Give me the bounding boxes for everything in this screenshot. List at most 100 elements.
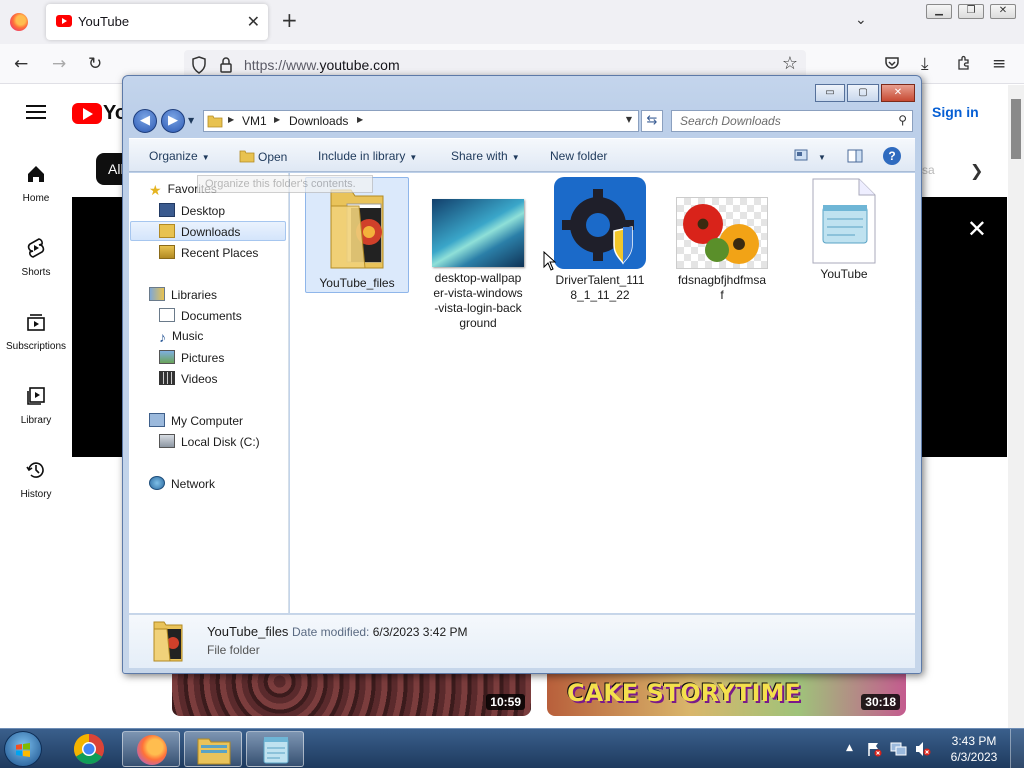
nav-music[interactable]: ♪ Music [159, 329, 203, 345]
faded-chip[interactable]: sa [922, 163, 935, 177]
taskbar-notepad[interactable] [246, 731, 304, 767]
show-hidden-icons-button[interactable]: ▲ [846, 743, 853, 753]
hard-disk-icon [159, 434, 175, 448]
tab-close-button[interactable]: ✕ [247, 12, 260, 31]
help-icon[interactable]: ? [883, 147, 901, 165]
open-button[interactable]: Open [239, 149, 287, 164]
taskbar: ▲ 3:43 PM 6/3/2023 [0, 728, 1024, 768]
new-folder-button[interactable]: New folder [550, 149, 607, 163]
sidebar-item-subscriptions[interactable]: Subscriptions [0, 311, 72, 352]
explorer-close-button[interactable]: ✕ [881, 84, 915, 102]
sign-in-button[interactable]: Sign in [922, 99, 979, 129]
close-banner-button[interactable]: ✕ [967, 215, 987, 243]
file-item[interactable]: fdsnagbfjhdfmsa f [670, 181, 774, 303]
search-input[interactable]: Search Downloads ⚲ [671, 110, 913, 132]
nav-documents[interactable]: Documents [159, 308, 242, 323]
close-window-button[interactable]: ✕ [990, 4, 1016, 19]
file-item[interactable]: YouTube [792, 178, 896, 282]
nav-pictures[interactable]: Pictures [159, 350, 224, 365]
action-center-flag-icon[interactable] [866, 741, 882, 757]
taskbar-explorer[interactable] [184, 731, 242, 767]
video-thumbnail[interactable]: 10:59 [172, 673, 531, 716]
address-dropdown-icon[interactable]: ▼ [626, 115, 632, 124]
start-button[interactable] [4, 731, 42, 767]
organize-menu[interactable]: Organize ▼ [149, 149, 210, 163]
restore-button[interactable]: ❐ [958, 4, 984, 19]
file-item[interactable]: YouTube_files [305, 177, 409, 293]
nav-network[interactable]: Network [149, 476, 215, 491]
bookmark-star-icon[interactable]: ☆ [782, 53, 798, 74]
new-tab-button[interactable]: + [281, 10, 298, 30]
video-thumbnail[interactable]: CAKE STORYTIME 30:18 [547, 673, 906, 716]
nav-downloads[interactable]: Downloads [130, 221, 286, 241]
explorer-maximize-button[interactable]: ▢ [847, 84, 879, 102]
breadcrumb-arrow-icon[interactable]: ▶ [274, 115, 280, 124]
file-name: YouTube [820, 267, 868, 281]
folder-icon [153, 621, 183, 662]
refresh-button[interactable]: ⇆ [641, 110, 663, 132]
scrollbar-thumb[interactable] [1011, 99, 1021, 159]
details-name: YouTube_files [207, 624, 289, 639]
minimize-button[interactable]: ▁ [926, 4, 952, 19]
firefox-icon[interactable] [10, 13, 28, 31]
chrome-icon [73, 734, 105, 765]
chips-next-arrow-icon[interactable]: ❯ [970, 161, 983, 180]
music-icon: ♪ [159, 329, 166, 345]
extensions-icon[interactable] [956, 55, 972, 71]
taskbar-chrome[interactable] [60, 731, 118, 767]
nav-desktop[interactable]: Desktop [159, 203, 225, 218]
nav-recent-places[interactable]: Recent Places [159, 245, 258, 260]
share-with-menu[interactable]: Share with ▼ [451, 149, 520, 163]
search-placeholder: Search Downloads [680, 114, 781, 128]
view-icon [794, 149, 808, 161]
downloads-icon[interactable]: ⤓ [921, 54, 929, 74]
forward-button[interactable]: ▶ [161, 109, 185, 133]
nav-my-computer[interactable]: My Computer [149, 413, 243, 428]
downloads-folder-icon [159, 224, 175, 238]
file-item[interactable]: desktop-wallpap er-vista-windows -vista-lo… [426, 181, 530, 331]
youtube-logo-icon[interactable] [72, 103, 102, 124]
clock[interactable]: 3:43 PM 6/3/2023 [944, 733, 1004, 765]
forward-arrow-icon[interactable]: → [52, 54, 66, 74]
breadcrumb-downloads[interactable]: Downloads [289, 114, 348, 128]
sidebar-item-home[interactable]: Home [0, 163, 72, 204]
details-date: Date modified: 6/3/2023 3:42 PM [292, 625, 468, 639]
back-button[interactable]: ◀ [133, 109, 157, 133]
breadcrumb-arrow-icon[interactable]: ▶ [357, 115, 363, 124]
shield-icon[interactable] [191, 56, 207, 74]
libraries-icon [149, 287, 165, 301]
breadcrumb-arrow-icon[interactable]: ▶ [228, 115, 234, 124]
change-view-button[interactable]: ▼ [794, 149, 826, 163]
pocket-icon[interactable] [884, 55, 900, 71]
sidebar-item-library[interactable]: Library [0, 385, 72, 426]
sidebar-item-history[interactable]: History [0, 459, 72, 500]
address-bar[interactable]: ▶ VM1 ▶ Downloads ▶ ▼ [203, 110, 639, 132]
notepad-icon [263, 737, 289, 764]
explorer-minimize-button[interactable]: ▭ [815, 84, 845, 102]
show-desktop-button[interactable] [1010, 729, 1024, 768]
tab-youtube[interactable]: YouTube ✕ [46, 4, 268, 40]
breadcrumb-vm1[interactable]: VM1 [242, 114, 267, 128]
list-all-tabs-button[interactable]: ⌄ [855, 12, 867, 28]
volume-muted-icon[interactable] [914, 741, 932, 757]
menu-hamburger-icon[interactable]: ≡ [992, 54, 1006, 74]
page-scrollbar[interactable] [1008, 85, 1024, 728]
recent-places-icon [159, 245, 175, 259]
file-item[interactable]: DriverTalent_111 8_1_11_22 [548, 177, 652, 303]
back-arrow-icon[interactable]: ← [14, 54, 28, 74]
nav-libraries[interactable]: Libraries [149, 287, 217, 302]
network-status-icon[interactable] [890, 741, 908, 757]
sidebar-item-shorts[interactable]: Shorts [0, 237, 72, 278]
taskbar-firefox[interactable] [122, 731, 180, 767]
nav-videos[interactable]: Videos [159, 371, 217, 386]
firefox-icon [137, 735, 167, 765]
recent-pages-dropdown-icon[interactable]: ▼ [188, 116, 194, 125]
reload-icon[interactable]: ↻ [88, 54, 102, 74]
include-in-library-menu[interactable]: Include in library ▼ [318, 149, 417, 163]
file-name: YouTube_files [319, 276, 395, 290]
lock-icon[interactable] [219, 57, 233, 73]
youtube-menu-icon[interactable] [26, 105, 46, 119]
preview-pane-button[interactable] [847, 149, 863, 166]
nav-local-disk[interactable]: Local Disk (C:) [159, 434, 260, 449]
windows-logo-icon [16, 743, 30, 757]
